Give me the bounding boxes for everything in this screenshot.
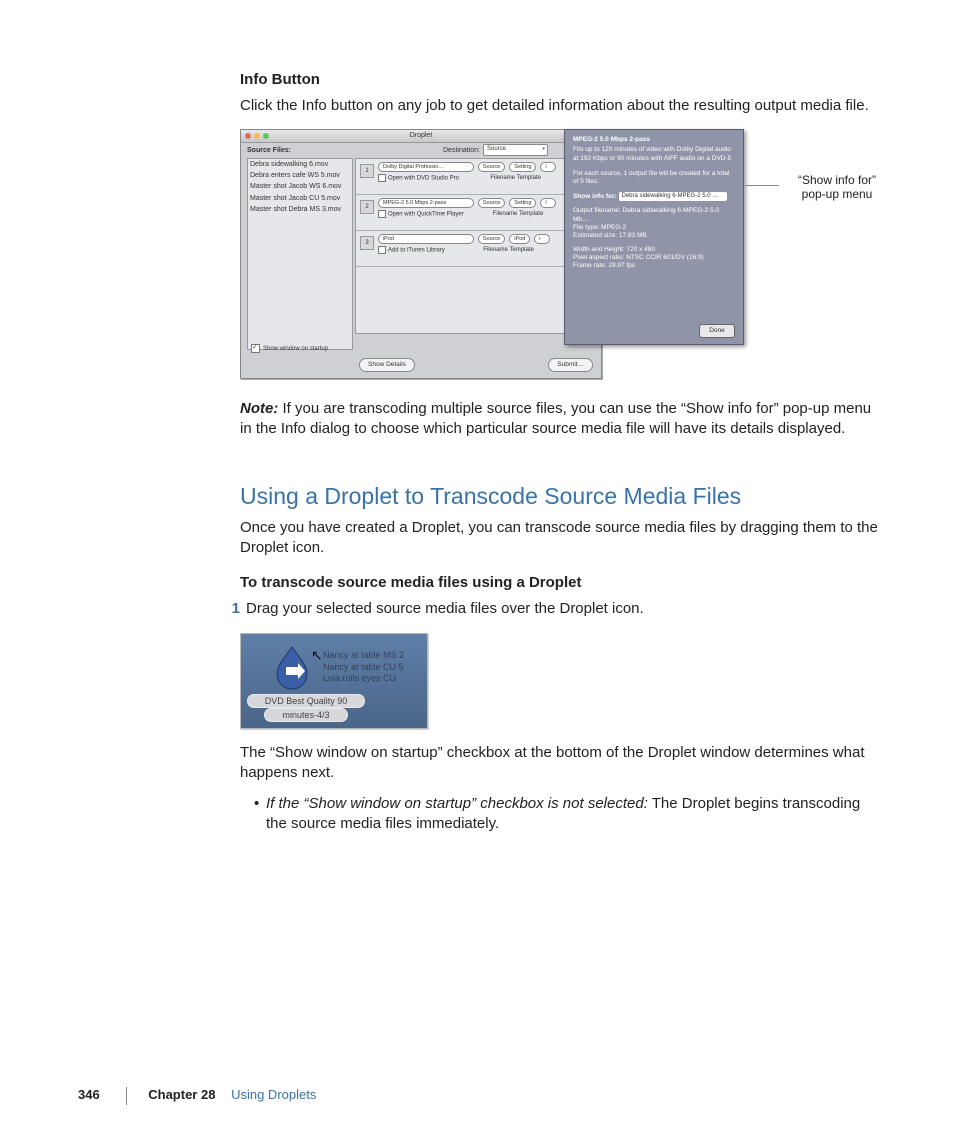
job-index-icon: 3 bbox=[360, 236, 374, 250]
post-fig2-para: The “Show window on startup” checkbox at… bbox=[240, 743, 880, 784]
preset-select[interactable]: iPod bbox=[378, 234, 474, 244]
destination-select[interactable]: Source ▾ bbox=[483, 144, 548, 156]
dragged-file: Nancy at table MS 2 bbox=[323, 650, 404, 662]
info-button[interactable]: i bbox=[540, 198, 556, 208]
add-itunes-checkbox[interactable] bbox=[378, 246, 386, 254]
bullet-text: If the “Show window on startup” checkbox… bbox=[266, 794, 880, 835]
show-info-for-label: Show info for: bbox=[573, 193, 617, 200]
callout-label: “Show info for”pop-up menu bbox=[782, 173, 892, 202]
open-with-label: Open with DVD Studio Pro bbox=[388, 175, 459, 181]
info-dimensions: Width and Height: 720 x 480 bbox=[573, 246, 735, 254]
checkbox-icon bbox=[251, 344, 260, 353]
bullet-lead: If the “Show window on startup” checkbox… bbox=[266, 795, 648, 812]
preset-select[interactable]: MPEG-2 5.0 Mbps 2-pass bbox=[378, 198, 474, 208]
note-body: If you are transcoding multiple source f… bbox=[240, 400, 871, 437]
list-item[interactable]: Master shot Jacob CU 5.mov bbox=[248, 193, 352, 204]
section-intro: Once you have created a Droplet, you can… bbox=[240, 518, 880, 559]
show-details-button[interactable]: Show Details bbox=[359, 358, 415, 372]
info-est-size: Estimated size: 17.83 MB bbox=[573, 232, 735, 240]
info-button[interactable]: i bbox=[534, 234, 550, 244]
info-pixel-aspect: Pixel aspect ratio: NTSC CCIR 601/DV (16… bbox=[573, 254, 735, 262]
add-itunes-label: Add to iTunes Library bbox=[388, 247, 445, 253]
footer-separator bbox=[126, 1087, 127, 1105]
info-output-filename: Output filename: Debra sidewalking 6-MPE… bbox=[573, 207, 735, 223]
show-window-startup-checkbox[interactable]: Show window on startup bbox=[251, 344, 328, 353]
bullet-icon: • bbox=[254, 794, 266, 835]
setting-pill[interactable]: iPod bbox=[509, 234, 530, 244]
list-item[interactable]: Master shot Debra MS 3.mov bbox=[248, 204, 352, 215]
step-number: 1 bbox=[220, 599, 246, 619]
info-button-para: Click the Info button on any job to get … bbox=[240, 96, 880, 116]
page-number: 346 bbox=[78, 1086, 118, 1104]
cursor-icon: ↖ bbox=[311, 646, 323, 665]
droplet-icon bbox=[269, 644, 315, 690]
chapter-title: Using Droplets bbox=[231, 1087, 316, 1102]
open-with-checkbox[interactable] bbox=[378, 174, 386, 182]
info-title: MPEG-2 5.0 Mbps 2-pass bbox=[573, 136, 735, 145]
job-index-icon: 1 bbox=[360, 164, 374, 178]
list-item[interactable]: Master shot Jacob WS 6.mov bbox=[248, 181, 352, 192]
destination-label: Destination: bbox=[443, 146, 480, 155]
procedure-title: To transcode source media files using a … bbox=[240, 573, 880, 593]
filename-template-label: Filename Template bbox=[483, 246, 534, 255]
source-files-label: Source Files: bbox=[247, 146, 291, 155]
chevron-down-icon: ▾ bbox=[542, 146, 545, 153]
source-pill[interactable]: Source bbox=[478, 162, 505, 172]
step-text: Drag your selected source media files ov… bbox=[246, 599, 644, 619]
open-with-label: Open with QuickTime Player bbox=[388, 211, 464, 217]
job-row: 1 Dolby Digital Professio… Source Settin… bbox=[356, 159, 596, 195]
destination-value: Source bbox=[487, 146, 506, 152]
info-panel: MPEG-2 5.0 Mbps 2-pass Fits up to 120 mi… bbox=[564, 129, 744, 345]
callout-line bbox=[745, 185, 779, 186]
show-info-for-select[interactable]: Debra sidewalking 6-MPEG-2 5.0 … bbox=[619, 192, 727, 201]
dragged-file: Lola rolls eyes CU bbox=[323, 673, 404, 685]
source-files-list[interactable]: Debra sidewalking 6.mov Debra enters caf… bbox=[247, 158, 353, 350]
titlebar: Droplet bbox=[241, 130, 601, 143]
window-title: Droplet bbox=[241, 131, 601, 140]
done-button[interactable]: Done bbox=[699, 324, 735, 338]
open-with-checkbox[interactable] bbox=[378, 210, 386, 218]
list-item[interactable]: Debra sidewalking 6.mov bbox=[248, 159, 352, 170]
info-button-heading: Info Button bbox=[240, 70, 880, 90]
list-item[interactable]: Debra enters cafe WS 5.mov bbox=[248, 170, 352, 181]
droplet-name: DVD Best Quality 90 minutes-4/3 bbox=[245, 694, 367, 722]
note-label: Note: bbox=[240, 400, 278, 417]
section-heading: Using a Droplet to Transcode Source Medi… bbox=[240, 481, 880, 512]
show-window-startup-label: Show window on startup bbox=[263, 346, 328, 352]
droplet-window: Droplet Source Files: Destination: Sourc… bbox=[240, 129, 602, 379]
chapter-label: Chapter 28 bbox=[148, 1087, 215, 1102]
preset-select[interactable]: Dolby Digital Professio… bbox=[378, 162, 474, 172]
submit-button[interactable]: Submit… bbox=[548, 358, 593, 372]
figure-droplet-info: Droplet Source Files: Destination: Sourc… bbox=[240, 129, 880, 389]
job-row: 2 MPEG-2 5.0 Mbps 2-pass Source Setting … bbox=[356, 195, 596, 231]
filename-template-label: Filename Template bbox=[490, 174, 541, 183]
job-index-icon: 2 bbox=[360, 200, 374, 214]
dragged-files: Nancy at table MS 2 Nancy at table CU 5 … bbox=[323, 650, 404, 685]
filename-template-label: Filename Template bbox=[493, 210, 544, 219]
info-desc: Fits up to 120 minutes of video with Dol… bbox=[573, 146, 735, 164]
info-file-type: File type: MPEG-2 bbox=[573, 224, 735, 232]
info-frame-rate: Frame rate: 29.97 fps bbox=[573, 262, 735, 270]
figure-drag-to-droplet: ↖ Nancy at table MS 2 Nancy at table CU … bbox=[240, 633, 428, 729]
job-row: 3 iPod Source iPod i Add to iTunes Libra… bbox=[356, 231, 596, 267]
dragged-file: Nancy at table CU 5 bbox=[323, 662, 404, 674]
page-footer: 346 Chapter 28 Using Droplets bbox=[78, 1086, 878, 1105]
info-summary: For each source, 1 output file will be c… bbox=[573, 170, 735, 186]
setting-pill[interactable]: Setting bbox=[509, 198, 536, 208]
info-button[interactable]: i bbox=[540, 162, 556, 172]
source-pill[interactable]: Source bbox=[478, 234, 505, 244]
source-pill[interactable]: Source bbox=[478, 198, 505, 208]
jobs-panel: 1 Dolby Digital Professio… Source Settin… bbox=[355, 158, 597, 334]
note-paragraph: Note: If you are transcoding multiple so… bbox=[240, 399, 880, 440]
setting-pill[interactable]: Setting bbox=[509, 162, 536, 172]
